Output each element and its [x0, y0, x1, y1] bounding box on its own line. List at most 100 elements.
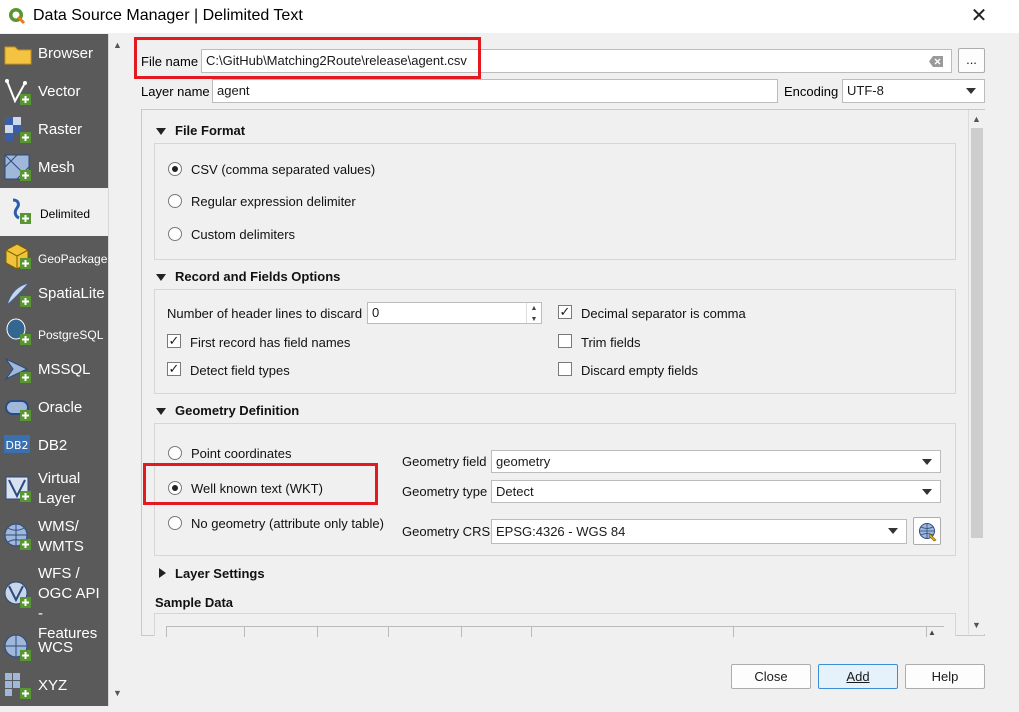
spin-buttons[interactable]: ▲ ▼	[526, 303, 541, 323]
sidebar-item-wms[interactable]: WMS/ WMTS	[0, 514, 108, 562]
table-column	[166, 627, 167, 637]
sidebar-item-postgresql[interactable]: PostgreSQL	[0, 314, 108, 350]
sidebar-item-virtual-layer[interactable]: Virtual Layer	[0, 466, 108, 512]
sidebar: Browser Vector Raster Mesh Delimited Geo…	[0, 34, 108, 706]
table-column	[461, 627, 462, 637]
sidebar-item-delimited[interactable]: Delimited	[0, 188, 108, 236]
scrollbar-thumb[interactable]	[971, 128, 983, 538]
layer-name-input[interactable]: agent	[212, 79, 778, 103]
close-window-button[interactable]: ✕	[966, 2, 992, 30]
sidebar-item-label: DB2	[38, 437, 68, 454]
collapse-record-fields-icon[interactable]	[156, 274, 166, 281]
sidebar-item-browser[interactable]: Browser	[0, 36, 108, 72]
options-scrollbar[interactable]: ▲ ▼	[968, 110, 985, 634]
sidebar-item-label: Raster	[38, 121, 83, 138]
sidebar-item-label: GeoPackage	[38, 252, 108, 266]
checkbox-discard-empty[interactable]	[558, 362, 572, 376]
sidebar-item-label: SpatiaLite	[38, 285, 105, 302]
help-button[interactable]: Help	[905, 664, 985, 689]
geometry-type-select[interactable]: Detect	[491, 480, 941, 503]
section-record-fields[interactable]: Record and Fields Options	[175, 269, 340, 284]
radio-regex[interactable]	[168, 194, 182, 208]
window-title: Data Source Manager | Delimited Text	[33, 7, 303, 24]
radio-point-coordinates[interactable]	[168, 446, 182, 460]
checkbox-decimal-comma[interactable]: ✓	[558, 305, 572, 319]
sidebar-item-db2[interactable]: DB2 DB2	[0, 428, 108, 464]
clear-icon[interactable]	[929, 56, 943, 67]
geopackage-icon	[5, 243, 31, 270]
scroll-up-icon[interactable]: ▲	[972, 114, 981, 124]
collapse-geometry-icon[interactable]	[156, 408, 166, 415]
postgresql-icon	[6, 318, 31, 345]
encoding-label: Encoding	[784, 84, 839, 99]
spin-down-icon[interactable]: ▼	[527, 314, 541, 323]
add-button[interactable]: Add	[818, 664, 898, 689]
checkbox-detect-types[interactable]: ✓	[167, 362, 181, 376]
wms-icon	[4, 523, 31, 550]
sidebar-item-label: Browser	[38, 45, 94, 62]
sidebar-item-wcs[interactable]: WCS	[0, 630, 108, 666]
checkbox-trim-fields[interactable]	[558, 334, 572, 348]
sidebar-item-mesh[interactable]: Mesh	[0, 150, 108, 186]
sample-data-table	[166, 626, 944, 637]
scroll-down-icon[interactable]: ▼	[972, 620, 981, 630]
sidebar-item-label: Vector	[38, 83, 81, 100]
collapse-file-format-icon[interactable]	[156, 128, 166, 135]
layer-name-label: Layer name	[141, 84, 210, 99]
checkbox-first-record[interactable]: ✓	[167, 334, 181, 348]
highlight-box-file	[134, 37, 481, 79]
radio-csv-label: CSV (comma separated values)	[191, 162, 376, 177]
section-layer-settings[interactable]: Layer Settings	[175, 566, 265, 581]
radio-csv[interactable]	[168, 162, 182, 176]
radio-no-geometry[interactable]	[168, 516, 182, 530]
sidebar-item-geopackage[interactable]: GeoPackage	[0, 238, 108, 274]
sidebar-item-label: XYZ	[38, 677, 68, 694]
virtual-layer-icon	[5, 476, 31, 502]
sidebar-item-label: Delimited	[40, 207, 91, 221]
layer-name-value: agent	[217, 83, 250, 98]
sidebar-item-label: WMS/ WMTS	[38, 518, 84, 555]
vector-icon	[5, 79, 31, 105]
sidebar-item-spatialite[interactable]: SpatiaLite	[0, 276, 108, 312]
close-button[interactable]: Close	[731, 664, 811, 689]
checkbox-trim-fields-label: Trim fields	[581, 335, 641, 350]
chevron-down-icon	[888, 528, 898, 534]
encoding-select[interactable]: UTF-8	[842, 79, 985, 103]
geometry-field-value: geometry	[496, 454, 551, 469]
radio-custom[interactable]	[168, 227, 182, 241]
scroll-down-icon[interactable]: ▼	[113, 688, 122, 698]
sidebar-item-mssql[interactable]: MSSQL	[0, 352, 108, 388]
expand-layer-settings-icon[interactable]	[159, 568, 166, 578]
crs-selector-button[interactable]	[913, 517, 941, 545]
folder-icon	[4, 46, 32, 65]
xyz-icon	[5, 673, 31, 699]
scroll-up-icon[interactable]: ▲	[113, 40, 122, 50]
table-column	[244, 627, 245, 637]
geometry-crs-select[interactable]: EPSG:4326 - WGS 84	[491, 519, 907, 544]
highlight-box-wkt	[143, 463, 378, 505]
sidebar-item-label: Virtual Layer	[38, 470, 81, 507]
table-column	[733, 627, 734, 637]
geometry-field-select[interactable]: geometry	[491, 450, 941, 473]
chevron-down-icon	[922, 459, 932, 465]
db2-icon: DB2	[4, 435, 30, 453]
sidebar-item-raster[interactable]: Raster	[0, 112, 108, 148]
checkbox-discard-empty-label: Discard empty fields	[581, 363, 699, 378]
mesh-icon	[4, 154, 31, 181]
browse-button[interactable]: ...	[958, 48, 985, 73]
checkbox-detect-types-label: Detect field types	[190, 363, 290, 378]
sidebar-item-oracle[interactable]: Oracle	[0, 390, 108, 426]
mssql-icon	[4, 357, 31, 383]
spin-up-icon[interactable]: ▲	[527, 303, 541, 314]
header-lines-spinbox[interactable]: 0 ▲ ▼	[367, 302, 542, 324]
sidebar-item-xyz[interactable]: XYZ	[0, 668, 108, 704]
sidebar-scrollbar[interactable]: ▲ ▼	[108, 34, 127, 706]
qgis-logo-icon	[9, 8, 26, 25]
section-file-format[interactable]: File Format	[175, 123, 245, 138]
section-geometry[interactable]: Geometry Definition	[175, 403, 299, 418]
sidebar-item-vector[interactable]: Vector	[0, 74, 108, 110]
table-scroll-up-icon[interactable]: ▲	[928, 628, 936, 637]
chevron-down-icon	[966, 88, 976, 94]
sidebar-item-wfs[interactable]: WFS / OGC API - Features	[0, 564, 108, 642]
checkbox-first-record-label: First record has field names	[190, 335, 351, 350]
